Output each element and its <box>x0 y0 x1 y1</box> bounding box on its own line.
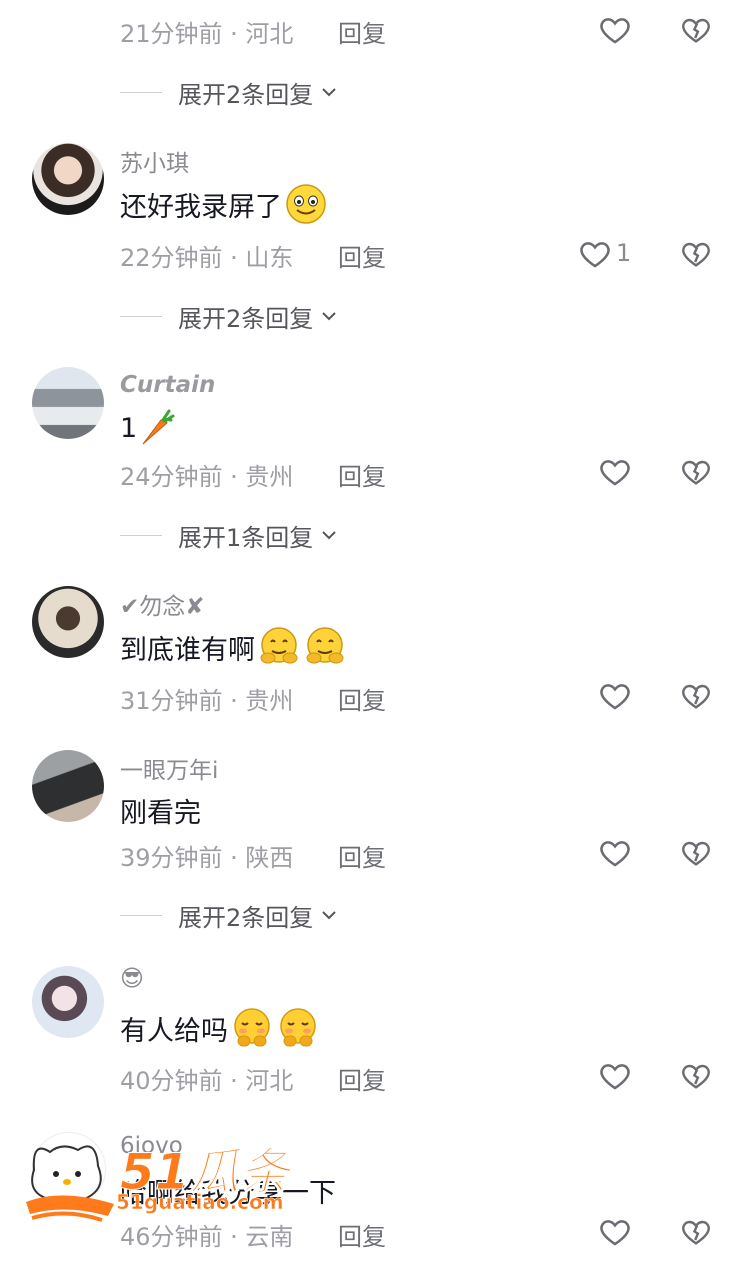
comment-text: 到底谁有啊 <box>120 625 347 669</box>
comment-text-content: 还好我录屏了 <box>120 191 282 223</box>
comment-text: 1 <box>120 408 175 448</box>
expand-label: 展开2条回复 <box>178 304 314 333</box>
comment-text: 还好我录屏了 <box>120 182 328 226</box>
comment-text-content: 到底谁有啊 <box>120 634 255 666</box>
like-count: 1 <box>616 239 632 267</box>
heart-icon[interactable] <box>598 1215 632 1249</box>
heart-icon[interactable] <box>598 1059 632 1093</box>
avatar[interactable] <box>32 143 104 215</box>
reply-button[interactable]: 回复 <box>338 681 386 716</box>
username[interactable]: 苏小琪 <box>120 144 189 178</box>
username[interactable]: Curtain <box>120 372 215 398</box>
broken-heart-icon[interactable] <box>680 14 712 46</box>
avatar[interactable] <box>32 966 104 1038</box>
broken-heart-icon[interactable] <box>680 680 712 712</box>
reply-button[interactable]: 回复 <box>338 457 386 492</box>
expand-replies[interactable]: 展开2条回复 <box>120 299 339 333</box>
cat-mascot-icon <box>26 1145 114 1222</box>
heart-icon[interactable] <box>598 13 632 47</box>
broken-heart-icon[interactable] <box>680 1216 712 1248</box>
expand-label: 展开1条回复 <box>178 523 314 552</box>
username[interactable]: ✔勿念✘ <box>120 587 205 621</box>
expand-replies[interactable]: 展开2条回复 <box>120 898 339 932</box>
avatar[interactable] <box>32 586 104 658</box>
hug-emoji-icon <box>260 627 298 664</box>
comment-meta: 31分钟前 · 贵州 <box>120 687 294 715</box>
comment-meta: 22分钟前 · 山东 <box>120 244 294 272</box>
comment-text-content: 1 <box>120 412 138 444</box>
broken-heart-icon[interactable] <box>680 1060 712 1092</box>
reply-button[interactable]: 回复 <box>338 1061 386 1096</box>
comment-meta: 39分钟前 · 陕西 <box>120 844 294 872</box>
expand-label: 展开2条回复 <box>178 903 314 932</box>
hug-emoji-icon <box>306 627 344 664</box>
username[interactable]: 一眼万年i <box>120 751 218 785</box>
pleading-emoji-icon <box>234 1008 270 1047</box>
comment-meta: 46分钟前 · 云南 <box>120 1223 294 1251</box>
expand-replies[interactable]: 展开2条回复 <box>120 75 339 109</box>
avatar[interactable] <box>32 750 104 822</box>
divider-line <box>120 534 162 536</box>
broken-heart-icon[interactable] <box>680 238 712 270</box>
avatar[interactable] <box>32 367 104 439</box>
comment-text: 刚看完 <box>120 791 201 830</box>
chevron-down-icon <box>322 531 336 540</box>
chevron-down-icon <box>322 911 336 920</box>
divider-line <box>120 91 162 93</box>
watermark-url: 51guatiao.com <box>116 1190 284 1215</box>
comment-text-content: 有人给吗 <box>120 1015 228 1047</box>
expand-label: 展开2条回复 <box>178 80 314 109</box>
comment-meta: 40分钟前 · 河北 <box>120 1067 294 1095</box>
heart-icon[interactable] <box>598 679 632 713</box>
divider-line <box>120 914 162 916</box>
pleading-emoji-icon <box>280 1008 316 1047</box>
comment-text: 有人给吗 <box>120 1006 320 1050</box>
chevron-down-icon <box>322 88 336 97</box>
expand-replies[interactable]: 展开1条回复 <box>120 518 339 552</box>
username[interactable]: 😎 <box>120 966 144 992</box>
comment-meta: 24分钟前 · 贵州 <box>120 463 294 491</box>
broken-heart-icon[interactable] <box>680 456 712 488</box>
comment-meta: 21分钟前 · 河北 <box>120 20 294 48</box>
heart-icon[interactable] <box>598 455 632 489</box>
reply-button[interactable]: 回复 <box>338 1217 386 1252</box>
divider-line <box>120 315 162 317</box>
reply-button[interactable]: 回复 <box>338 838 386 873</box>
chevron-down-icon <box>322 312 336 321</box>
reply-button[interactable]: 回复 <box>338 14 386 49</box>
heart-icon[interactable] <box>598 836 632 870</box>
carrot-emoji-icon <box>142 409 175 445</box>
heart-icon[interactable] <box>578 237 612 271</box>
reply-button[interactable]: 回复 <box>338 238 386 273</box>
smile-emoji-icon <box>286 184 326 224</box>
broken-heart-icon[interactable] <box>680 837 712 869</box>
comment-text-content: 刚看完 <box>120 798 201 829</box>
